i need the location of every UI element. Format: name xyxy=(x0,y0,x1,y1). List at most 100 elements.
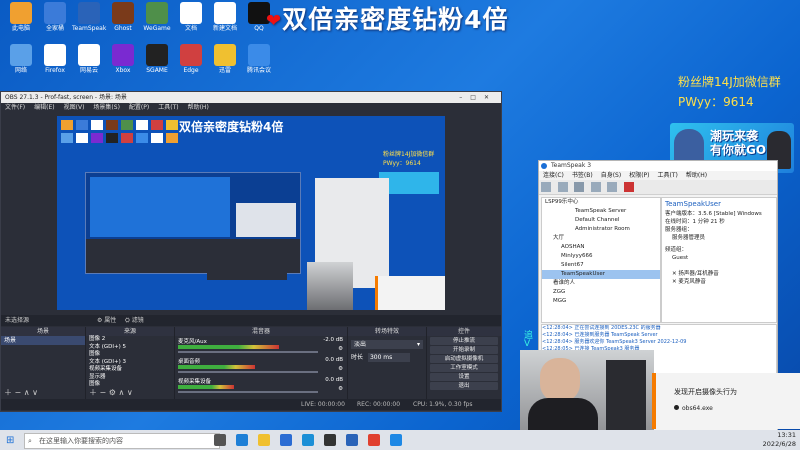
ts-menu-item[interactable]: 权限(P) xyxy=(629,172,649,179)
desktop-icon[interactable]: Edge xyxy=(174,44,208,74)
channel-or-client-item[interactable]: Minlyyy666 xyxy=(542,252,660,261)
system-tray-clock[interactable]: 13:31 2022/6/28 xyxy=(763,431,796,449)
app-icon xyxy=(180,44,202,66)
obs-menu-item[interactable]: 工具(T) xyxy=(158,104,178,111)
filters-button[interactable]: ⛭ 滤镜 xyxy=(125,315,144,326)
ts-menu-item[interactable]: 自身(S) xyxy=(601,172,622,179)
obs-menu-item[interactable]: 文件(F) xyxy=(5,104,25,111)
source-item[interactable]: 图像 xyxy=(89,351,174,359)
source-item[interactable]: 显示器 xyxy=(89,374,174,382)
mute-speaker-icon[interactable] xyxy=(607,182,618,192)
desktop-icon[interactable]: 全家桶 xyxy=(38,2,72,32)
gear-icon[interactable]: ⚙ xyxy=(338,386,343,392)
task-view-icon[interactable] xyxy=(214,434,226,446)
source-item[interactable]: 视频采集设备 xyxy=(89,366,174,374)
store-icon[interactable] xyxy=(280,434,292,446)
desktop-icon[interactable]: Firefox xyxy=(38,44,72,74)
source-item[interactable]: 文本 (GDI+) 3 xyxy=(89,359,174,367)
obs-menu-item[interactable]: 场景集(S) xyxy=(93,104,120,111)
obs-icon[interactable] xyxy=(324,434,336,446)
control-button[interactable]: 启动虚拟摄像机 xyxy=(430,355,498,363)
channel-or-client-item[interactable]: ZGG xyxy=(542,288,660,297)
camera-notification[interactable]: 发现开启摄像头行为 obs64.exe xyxy=(652,373,800,429)
desktop-icon[interactable]: 网易云 xyxy=(72,44,106,74)
window-controls[interactable]: –□✕ xyxy=(459,92,497,103)
desktop-icon[interactable]: SGAME xyxy=(140,44,174,74)
maximize-icon[interactable]: □ xyxy=(470,94,484,101)
desktop-icon[interactable]: WeGame xyxy=(140,2,174,32)
source-add-remove-buttons[interactable]: ＋ − ⚙ ∧ ∨ xyxy=(89,387,133,398)
desktop-icon[interactable]: 网络 xyxy=(4,44,38,74)
properties-button[interactable]: ⚙ 属性 xyxy=(97,315,116,326)
scene-list[interactable]: 场景 xyxy=(1,336,85,345)
connect-icon[interactable] xyxy=(541,182,551,192)
server-item[interactable]: Administrator Room xyxy=(542,225,660,234)
control-button[interactable]: 退出 xyxy=(430,382,498,390)
ts-menu-item[interactable]: 工具(T) xyxy=(658,172,678,179)
duration-input[interactable]: 300 ms xyxy=(367,353,410,362)
minimize-icon[interactable]: – xyxy=(459,94,470,101)
channel-or-client-item[interactable]: MGG xyxy=(542,297,660,306)
away-icon[interactable] xyxy=(574,182,585,192)
channel-or-client-item[interactable]: 看谁的人 xyxy=(542,279,660,288)
channel-tree[interactable]: LSP99乐中心 TeamSpeak Server Default Channel A… xyxy=(541,197,661,323)
desktop-icon[interactable]: Ghost xyxy=(106,2,140,32)
scene-item[interactable]: 场景 xyxy=(4,336,85,345)
obs-menu-item[interactable]: 帮助(H) xyxy=(188,104,209,111)
channel-or-client-item[interactable]: TeamSpeakUser xyxy=(542,270,660,279)
channel-group-value: Guest xyxy=(672,255,689,261)
teamspeak-titlebar[interactable]: TeamSpeak 3 xyxy=(539,161,777,171)
notification-title: 发现开启摄像头行为 xyxy=(674,388,737,396)
desktop-icon[interactable]: 文档 xyxy=(174,2,208,32)
obs-menu-item[interactable]: 配置(P) xyxy=(129,104,149,111)
taskbar-search[interactable]: ⌕ 在这里输入你要搜索的内容 xyxy=(24,433,220,449)
channel-or-client-item[interactable]: Silent67 xyxy=(542,261,660,270)
mixer-dock: 混音器 麦克风/Aux -2.0 dB ⚙ 桌面音频 0.0 dB ⚙ 视频采集设备 0.0 … xyxy=(175,327,348,399)
server-item[interactable]: LSP99乐中心 xyxy=(542,198,660,207)
ts-menu-item[interactable]: 连接(C) xyxy=(543,172,564,179)
scene-add-remove-buttons[interactable]: ＋ − ∧ ∨ xyxy=(4,387,38,398)
control-button[interactable]: 开始录制 xyxy=(430,346,498,354)
desktop-icon[interactable]: Xbox xyxy=(106,44,140,74)
chrome-icon[interactable] xyxy=(368,434,380,446)
preview-nested-mixer xyxy=(207,256,287,280)
gear-icon[interactable]: ⚙ xyxy=(338,346,343,352)
obs-menu-item[interactable]: 编辑(E) xyxy=(34,104,54,111)
channel-or-client-item[interactable]: 大厅 xyxy=(542,234,660,243)
control-button[interactable]: 设置 xyxy=(430,373,498,381)
server-item[interactable]: Default Channel xyxy=(542,216,660,225)
mute-mic-icon[interactable] xyxy=(590,182,601,192)
source-item[interactable]: 图像 2 xyxy=(89,336,174,344)
server-item[interactable]: TeamSpeak Server xyxy=(542,207,660,216)
teamspeak-icon[interactable] xyxy=(346,434,358,446)
source-list[interactable]: 图像 2 文本 (GDI+) 5 图像 文本 (GDI+) 3 视频采集设备 显示器 图像 xyxy=(86,336,174,389)
preview-overlay-title: 双倍亲密度钻粉4倍 xyxy=(179,120,284,134)
desktop-icon[interactable]: 迅雷 xyxy=(208,44,242,74)
mixer-channel: 桌面音频 0.0 dB ⚙ xyxy=(175,356,347,376)
volume-slider[interactable] xyxy=(178,371,318,373)
volume-slider[interactable] xyxy=(178,351,318,353)
desktop-icon[interactable]: TeamSpeak xyxy=(72,2,106,32)
control-button[interactable]: 停止推流 xyxy=(430,337,498,345)
disconnect-icon[interactable] xyxy=(557,182,568,192)
desktop-icon[interactable]: 此电脑 xyxy=(4,2,38,32)
ts-menu-item[interactable]: 书签(B) xyxy=(572,172,593,179)
close-icon[interactable]: ✕ xyxy=(484,94,497,101)
file-explorer-icon[interactable] xyxy=(258,434,270,446)
channel-or-client-item[interactable]: AOSHAN xyxy=(542,243,660,252)
control-button[interactable]: 工作室模式 xyxy=(430,364,498,372)
ts-menu-item[interactable]: 帮助(H) xyxy=(686,172,707,179)
gear-icon[interactable]: ⚙ xyxy=(338,366,343,372)
mail-icon[interactable] xyxy=(302,434,314,446)
desktop-icon[interactable]: 腾讯会议 xyxy=(242,44,276,74)
obs-titlebar[interactable]: OBS 27.1.3 - Prof-fast, screen - 场景: 场景 … xyxy=(1,92,501,103)
obs-preview-canvas[interactable]: 双倍亲密度钻粉4倍 粉丝牌14J加微信群 PWyy：9614 xyxy=(57,116,445,310)
edge-icon[interactable] xyxy=(236,434,248,446)
source-item[interactable]: 文本 (GDI+) 5 xyxy=(89,344,174,352)
desktop-icon[interactable]: 新建文档 xyxy=(208,2,242,32)
qq-icon[interactable] xyxy=(390,434,402,446)
obs-menu-item[interactable]: 视图(V) xyxy=(64,104,85,111)
volume-slider[interactable] xyxy=(178,391,318,393)
windows-start-icon[interactable]: ⊞ xyxy=(6,435,14,446)
transition-select[interactable]: 淡出 ▾ xyxy=(351,340,423,349)
